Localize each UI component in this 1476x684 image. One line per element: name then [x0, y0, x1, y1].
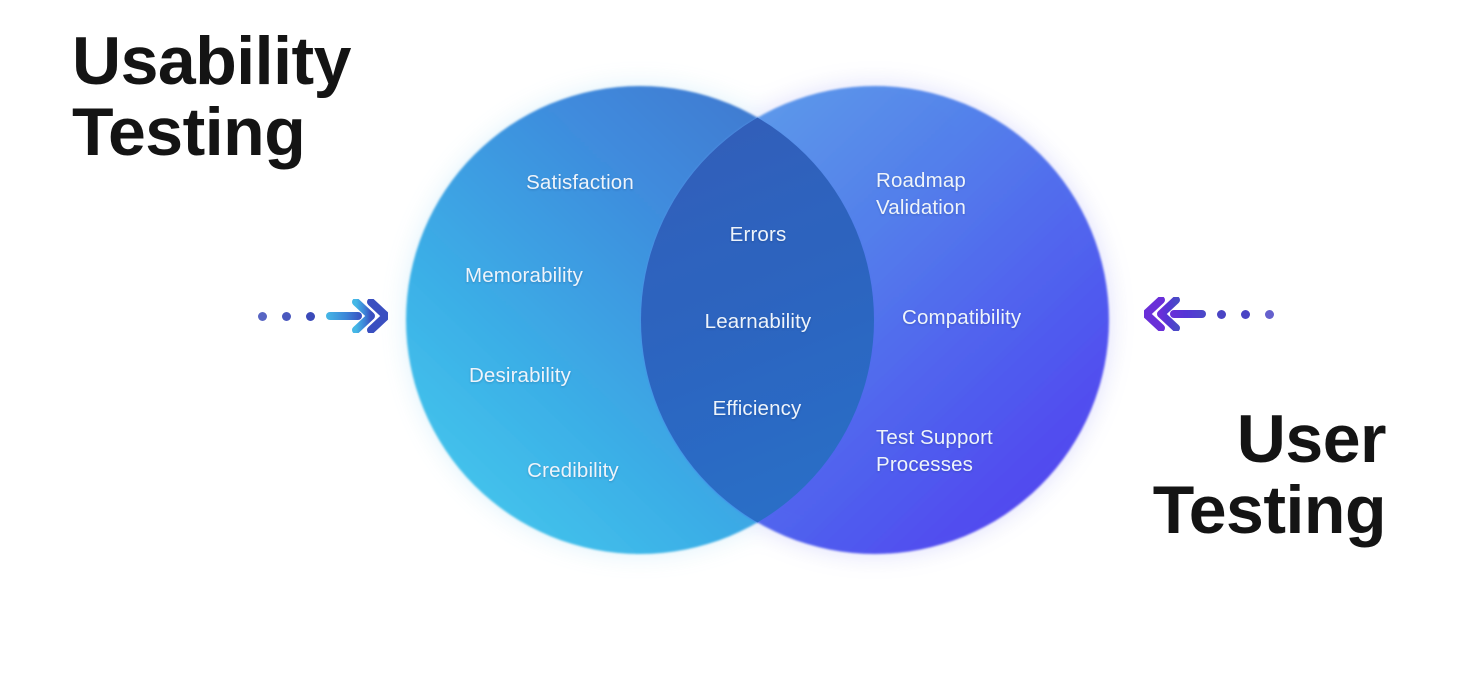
dot-icon [1241, 309, 1250, 319]
dot-icon [1265, 309, 1274, 319]
right-inward-arrow [1144, 297, 1274, 331]
dot-icon [306, 311, 315, 321]
venn-diagram-canvas: Usability Testing User Testing Satisfact… [0, 0, 1476, 684]
double-chevron-right-icon [326, 299, 388, 333]
right-arrow-dots [1217, 309, 1274, 319]
page-title-usability-testing: Usability Testing [72, 23, 351, 170]
left-inward-arrow [258, 299, 388, 333]
double-chevron-left-icon [1144, 297, 1206, 331]
dot-icon [1217, 309, 1226, 319]
dot-icon [258, 311, 267, 321]
page-title-user-testing: User Testing [1152, 401, 1387, 548]
dot-icon [282, 311, 291, 321]
venn-circles [356, 40, 1156, 610]
left-arrow-dots [258, 311, 315, 321]
